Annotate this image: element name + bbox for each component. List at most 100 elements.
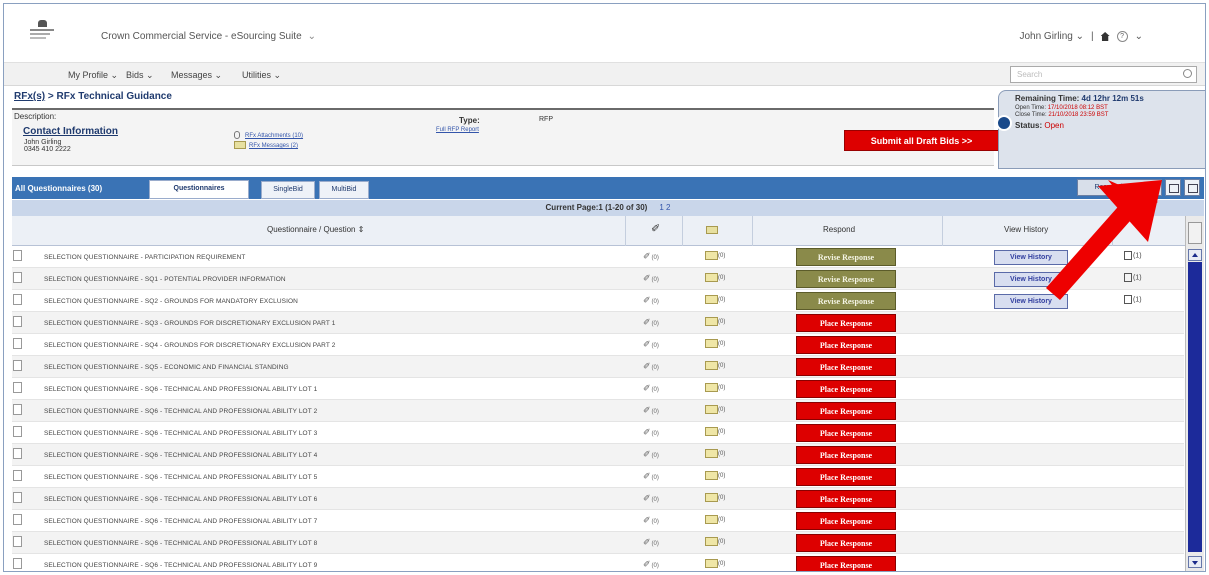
document-count[interactable]: (1) [1124, 251, 1142, 260]
place-response-button[interactable]: Place Response [796, 446, 896, 464]
expand-box-icon[interactable] [13, 382, 22, 393]
attachments-count[interactable]: ✐(0) [643, 493, 659, 504]
view-history-button[interactable]: View History [994, 294, 1068, 309]
user-menu[interactable]: John Girling ⌄ [1019, 31, 1084, 42]
document-count[interactable]: (1) [1124, 295, 1142, 304]
place-response-button[interactable]: Place Response [796, 358, 896, 376]
app-title[interactable]: Crown Commercial Service - eSourcing Sui… [101, 31, 316, 42]
revise-response-button[interactable]: Revise Response [796, 292, 896, 310]
place-response-button[interactable]: Place Response [796, 314, 896, 332]
attachments-count[interactable]: ✐(0) [643, 537, 659, 548]
vertical-scrollbar[interactable] [1185, 216, 1204, 571]
messages-count[interactable]: (0) [705, 317, 725, 326]
place-response-button[interactable]: Place Response [796, 380, 896, 398]
contact-information-link[interactable]: Contact Information [23, 126, 118, 137]
search-icon[interactable] [1183, 69, 1192, 78]
place-response-button[interactable]: Place Response [796, 490, 896, 508]
messages-count[interactable]: (0) [705, 251, 725, 260]
messages-count[interactable]: (0) [705, 427, 725, 436]
view-history-button[interactable]: View History [994, 272, 1068, 287]
attachments-count[interactable]: ✐(0) [643, 559, 659, 570]
messages-count[interactable]: (0) [705, 383, 725, 392]
expand-box-icon[interactable] [13, 316, 22, 327]
rfx-messages-link[interactable]: RFx Messages (2) [249, 143, 298, 149]
menu-utilities[interactable]: Utilities ⌄ [242, 70, 281, 81]
page-links[interactable]: 1 2 [659, 203, 670, 212]
attachments-count[interactable]: ✐(0) [643, 251, 659, 262]
attachments-count[interactable]: ✐(0) [643, 515, 659, 526]
place-response-button[interactable]: Place Response [796, 468, 896, 486]
collapse-icon[interactable] [1165, 179, 1181, 196]
scroll-thumb[interactable] [1188, 262, 1202, 552]
scroll-up-icon[interactable] [1188, 249, 1202, 261]
messages-count[interactable]: (0) [705, 449, 725, 458]
document-count[interactable]: (1) [1124, 273, 1142, 282]
breadcrumb-rfxs-link[interactable]: RFx(s) [14, 91, 45, 102]
help-icon[interactable]: ? [1116, 31, 1128, 42]
print-icon[interactable] [1184, 179, 1200, 196]
respond-offline-button[interactable]: Respond Offline [1077, 179, 1162, 196]
messages-count[interactable]: (0) [705, 471, 725, 480]
messages-count[interactable]: (0) [705, 361, 725, 370]
tab-singlebid[interactable]: SingleBid [261, 181, 315, 199]
menu-my-profile[interactable]: My Profile ⌄ [68, 70, 118, 81]
menu-bids[interactable]: Bids ⌄ [126, 70, 154, 81]
expand-box-icon[interactable] [13, 272, 22, 283]
attachments-count[interactable]: ✐(0) [643, 405, 659, 416]
revise-response-button[interactable]: Revise Response [796, 248, 896, 266]
attachments-count[interactable]: ✐(0) [643, 427, 659, 438]
place-response-button[interactable]: Place Response [796, 424, 896, 442]
tab-multibid[interactable]: MultiBid [319, 181, 369, 199]
messages-count[interactable]: (0) [705, 295, 725, 304]
submit-all-draft-bids-button[interactable]: Submit all Draft Bids >> [844, 130, 999, 151]
expand-box-icon[interactable] [13, 536, 22, 547]
place-response-button[interactable]: Place Response [796, 512, 896, 530]
attachments-count[interactable]: ✐(0) [643, 273, 659, 284]
attachments-count[interactable]: ✐(0) [643, 449, 659, 460]
place-response-button[interactable]: Place Response [796, 556, 896, 571]
messages-count[interactable]: (0) [705, 537, 725, 546]
tab-questionnaires[interactable]: Questionnaires [149, 180, 249, 199]
attachments-count[interactable]: ✐(0) [643, 383, 659, 394]
attachments-count[interactable]: ✐(0) [643, 361, 659, 372]
expand-box-icon[interactable] [13, 294, 22, 305]
view-history-button[interactable]: View History [994, 250, 1068, 265]
attachments-count[interactable]: ✐(0) [643, 339, 659, 350]
rfx-attachments-link[interactable]: RFx Attachments (10) [245, 133, 303, 139]
expand-box-icon[interactable] [13, 492, 22, 503]
expand-box-icon[interactable] [13, 426, 22, 437]
attachments-link-row[interactable]: RFx Attachments (10) [234, 131, 303, 141]
messages-count[interactable]: (0) [705, 339, 725, 348]
revise-response-button[interactable]: Revise Response [796, 270, 896, 288]
chevron-down-icon[interactable]: ⌄ [1135, 31, 1143, 42]
scroll-down-icon[interactable] [1188, 556, 1202, 568]
attachments-count[interactable]: ✐(0) [643, 295, 659, 306]
place-response-button[interactable]: Place Response [796, 534, 896, 552]
all-questionnaires-label[interactable]: All Questionnaires (30) [15, 184, 102, 193]
attachments-count-value: (0) [651, 387, 659, 393]
expand-box-icon[interactable] [13, 514, 22, 525]
place-response-button[interactable]: Place Response [796, 336, 896, 354]
expand-box-icon[interactable] [13, 338, 22, 349]
search-input[interactable]: Search [1010, 66, 1197, 83]
messages-count[interactable]: (0) [705, 405, 725, 414]
expand-box-icon[interactable] [13, 448, 22, 459]
expand-box-icon[interactable] [13, 558, 22, 569]
expand-box-icon[interactable] [13, 250, 22, 261]
messages-count[interactable]: (0) [705, 493, 725, 502]
column-question[interactable]: Questionnaire / Question ⇕ [267, 225, 364, 234]
messages-count[interactable]: (0) [705, 515, 725, 524]
attachments-count[interactable]: ✐(0) [643, 317, 659, 328]
full-rfp-report-link[interactable]: Full RFP Report [436, 127, 479, 133]
messages-count-value: (0) [718, 275, 726, 282]
home-icon[interactable] [1100, 32, 1110, 41]
expand-box-icon[interactable] [13, 360, 22, 371]
messages-count[interactable]: (0) [705, 273, 725, 282]
messages-count[interactable]: (0) [705, 559, 725, 568]
menu-messages[interactable]: Messages ⌄ [171, 70, 222, 81]
messages-link-row[interactable]: RFx Messages (2) [234, 141, 303, 151]
attachments-count[interactable]: ✐(0) [643, 471, 659, 482]
expand-box-icon[interactable] [13, 470, 22, 481]
place-response-button[interactable]: Place Response [796, 402, 896, 420]
expand-box-icon[interactable] [13, 404, 22, 415]
